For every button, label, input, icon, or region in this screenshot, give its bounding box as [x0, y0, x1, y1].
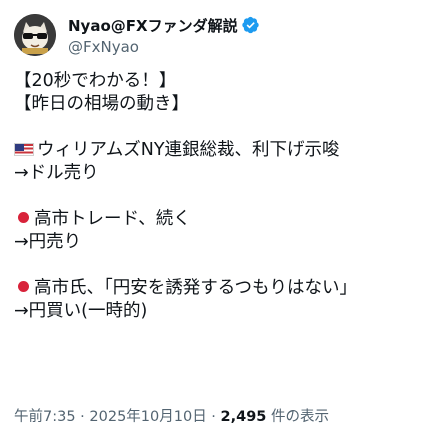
red-circle-icon — [18, 281, 29, 292]
views-count[interactable]: 2,495 — [221, 409, 267, 425]
meta-separator: · — [75, 409, 90, 425]
red-circle-icon — [18, 212, 29, 223]
tweet-line: 高市氏、「円安を誘発するつもりはない」 — [14, 277, 424, 300]
tweet-header: Nyao@FXファンダ解説 @FxNyao — [14, 12, 424, 62]
views-label: 件の表示 — [266, 409, 330, 425]
tweet-line: ウィリアムズNY連銀総裁、利下げ示唆 — [14, 139, 424, 162]
cat-sunglasses-avatar-icon[interactable] — [14, 14, 56, 56]
tweet-time[interactable]: 午前7:35 — [14, 409, 76, 425]
author-handle[interactable]: @FxNyao — [68, 38, 260, 56]
tweet-line: →円買い(一時的) — [14, 301, 148, 321]
tweet-line: 【昨日の相場の動き】 — [14, 94, 189, 114]
meta-separator: · — [206, 409, 221, 425]
tweet-date[interactable]: 2025年10月10日 — [89, 409, 206, 425]
tweet-line-text: ウィリアムズNY連銀総裁、利下げ示唆 — [37, 140, 340, 160]
author-names: Nyao@FXファンダ解説 @FxNyao — [68, 14, 260, 56]
verified-badge-icon — [241, 16, 259, 34]
tweet-line: 【20秒でわかる！】 — [14, 71, 177, 91]
tweet-meta: 午前7:35 · 2025年10月10日 · 2,495 件の表示 — [14, 405, 329, 426]
tweet-line: →円売り — [14, 232, 82, 252]
tweet-line: 高市トレード、続く — [14, 208, 424, 231]
tweet-line-text: 高市氏、「円安を誘発するつもりはない」 — [34, 278, 358, 298]
tweet-line: →ドル売り — [14, 163, 99, 183]
tweet-text: 【20秒でわかる！】 【昨日の相場の動き】 ウィリアムズNY連銀総裁、利下げ示唆… — [14, 70, 424, 323]
us-flag-icon — [14, 143, 34, 156]
author-display-name[interactable]: Nyao@FXファンダ解説 — [68, 15, 238, 36]
tweet-line-text: 高市トレード、続く — [34, 209, 191, 229]
